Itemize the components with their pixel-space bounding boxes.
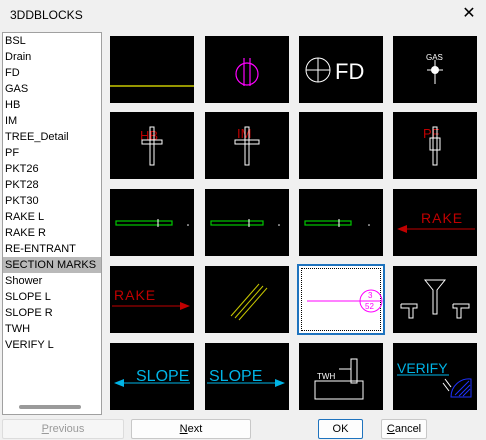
block-thumbnail-pf[interactable]: PF (393, 112, 477, 179)
fd-label: FD (335, 59, 364, 84)
window-title: 3DDBLOCKS (10, 8, 83, 22)
block-thumbnail-rake-r[interactable]: RAKE (110, 266, 194, 333)
horizontal-scrollbar[interactable] (3, 401, 101, 414)
block-thumbnail-shower[interactable] (393, 266, 477, 333)
list-item[interactable]: FD (3, 65, 101, 81)
rake-r-label: RAKE (114, 287, 156, 303)
block-thumbnail-im[interactable]: IM (205, 112, 289, 179)
block-thumbnail-twh[interactable]: TWH (299, 343, 383, 410)
previous-mnemonic: P (41, 423, 49, 435)
section-top-label: 3 (368, 291, 373, 300)
block-thumbnail-bsl[interactable] (110, 36, 194, 103)
list-item[interactable]: RE-ENTRANT (3, 241, 101, 257)
cancel-label: ancel (394, 423, 422, 435)
slope-r-label: SLOPE (209, 368, 262, 385)
slope-l-label: SLOPE (136, 368, 189, 385)
block-thumbnail-slope-r[interactable]: SLOPE (205, 343, 289, 410)
block-thumbnail-gas[interactable]: GAS (393, 36, 477, 103)
list-item[interactable]: HB (3, 97, 101, 113)
block-thumbnail-tree-detail[interactable] (299, 112, 383, 179)
hb-label: HB (140, 128, 158, 143)
gas-label: GAS (426, 53, 443, 62)
ok-button[interactable]: OK (318, 419, 363, 439)
verify-label: VERIFY (397, 360, 448, 376)
list-item[interactable]: BSL (3, 33, 101, 49)
block-list[interactable]: BSL Drain FD GAS HB IM TREE_Detail PF PKT26 PKT28… (2, 32, 102, 415)
block-thumbnail-re-entrant[interactable] (205, 266, 289, 333)
block-thumbnail-pkt30[interactable] (299, 189, 383, 256)
block-thumbnail-pkt28[interactable] (205, 189, 289, 256)
list-item[interactable]: GAS (3, 81, 101, 97)
previous-button[interactable]: Previous (2, 419, 124, 439)
list-item[interactable]: PF (3, 145, 101, 161)
cancel-mnemonic: C (386, 423, 395, 435)
block-thumbnail-pkt26[interactable] (110, 189, 194, 256)
list-item[interactable]: SLOPE R (3, 305, 101, 321)
list-item[interactable]: RAKE R (3, 225, 101, 241)
list-item[interactable]: PKT26 (3, 161, 101, 177)
list-item[interactable]: TWH (3, 321, 101, 337)
title-bar: 3DDBLOCKS ✕ (0, 0, 486, 30)
previous-label: revious (48, 423, 85, 435)
block-thumbnail-rake-l[interactable]: RAKE (393, 189, 477, 256)
next-label: ext (187, 423, 203, 435)
list-item[interactable]: SECTION MARKS (3, 257, 101, 273)
rake-l-label: RAKE (421, 210, 463, 226)
block-thumbnail-drain[interactable] (205, 36, 289, 103)
list-item[interactable]: IM (3, 113, 101, 129)
block-gallery: FD GAS HB IM PF RAKE RAKE 3 52 SLOPE SLO… (106, 32, 484, 418)
section-bottom-label: 52 (365, 302, 374, 311)
scrollbar-thumb[interactable] (19, 405, 81, 409)
list-item[interactable]: SLOPE L (3, 289, 101, 305)
close-icon[interactable]: ✕ (458, 4, 480, 26)
ok-label: OK (332, 423, 349, 435)
block-thumbnail-section-marks[interactable]: 3 52 (297, 264, 385, 335)
twh-label: TWH (317, 372, 335, 381)
next-button[interactable]: Next (131, 419, 251, 439)
block-thumbnail-fd[interactable]: FD (299, 36, 383, 103)
list-item[interactable]: Shower (3, 273, 101, 289)
list-item[interactable]: TREE_Detail (3, 129, 101, 145)
block-thumbnail-hb[interactable]: HB (110, 112, 194, 179)
list-item[interactable]: PKT30 (3, 193, 101, 209)
list-item[interactable]: RAKE L (3, 209, 101, 225)
block-thumbnail-slope-l[interactable]: SLOPE (110, 343, 194, 410)
cancel-button[interactable]: Cancel (381, 419, 427, 439)
block-list-items: BSL Drain FD GAS HB IM TREE_Detail PF PKT26 PKT28… (3, 33, 101, 353)
list-item[interactable]: VERIFY L (3, 337, 101, 353)
list-item[interactable]: PKT28 (3, 177, 101, 193)
next-mnemonic: N (179, 423, 188, 435)
block-thumbnail-verify-l[interactable]: VERIFY (393, 343, 477, 410)
list-item[interactable]: Drain (3, 49, 101, 65)
